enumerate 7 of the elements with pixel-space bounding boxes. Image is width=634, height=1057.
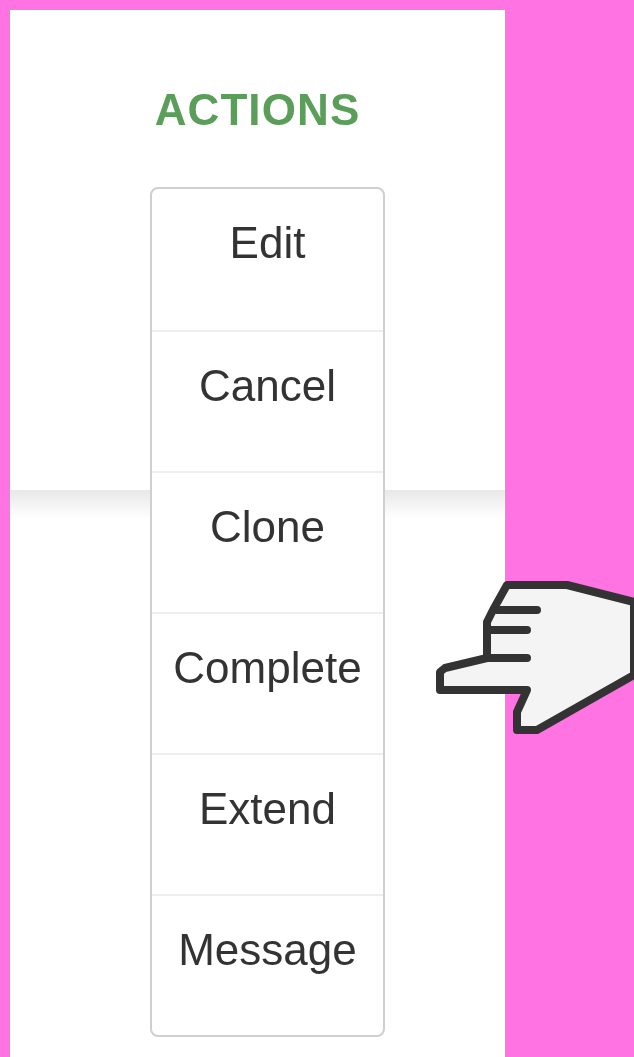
menu-item[interactable]: Message (152, 894, 383, 1035)
menu-item[interactable]: Clone (152, 471, 383, 612)
menu-item[interactable]: Extend (152, 753, 383, 894)
menu-item[interactable]: Edit (152, 189, 383, 330)
menu-item[interactable]: Complete (152, 612, 383, 753)
actions-heading: ACTIONS (154, 88, 361, 132)
menu-item[interactable]: Cancel (152, 330, 383, 471)
